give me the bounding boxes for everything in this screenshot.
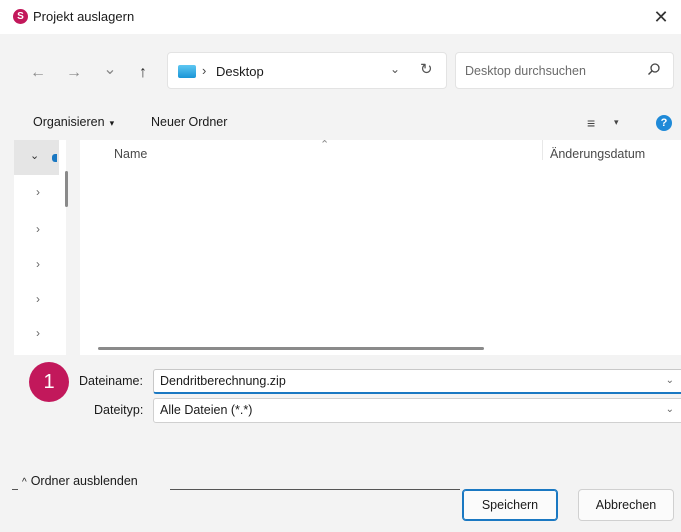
hide-folders-label: Ordner ausblenden	[30, 474, 138, 488]
filetype-select[interactable]: Alle Dateien (*.*) ⌄	[153, 398, 681, 423]
breadcrumb-separator-icon: ›	[202, 63, 207, 78]
horizontal-scrollbar[interactable]	[98, 347, 484, 350]
nav-pane-scrollbar[interactable]	[65, 171, 68, 207]
close-button[interactable]: ✕	[641, 0, 681, 34]
column-header-date-modified[interactable]: Änderungsdatum	[550, 147, 645, 161]
expand-chevron-icon[interactable]: ›	[36, 292, 40, 306]
nav-item-icon	[52, 154, 57, 162]
address-dropdown-icon[interactable]: ⌄	[390, 62, 400, 76]
filetype-label: Dateityp:	[94, 403, 144, 417]
desktop-folder-icon	[178, 65, 196, 78]
save-dialog: S Projekt auslagern ✕ ← → ⌄ ↑ › Desktop …	[0, 0, 681, 532]
file-list: ⌃ Name Änderungsdatum	[80, 139, 681, 355]
navigation-pane: ⌄ › › › › ›	[14, 140, 68, 355]
recent-locations-chevron-icon[interactable]: ⌄	[99, 58, 121, 80]
hide-folders-button[interactable]: ^ Ordner ausblenden	[22, 474, 138, 488]
expand-chevron-icon[interactable]: ›	[36, 326, 40, 340]
filename-field[interactable]: Dendritberechnung.zip ⌄	[153, 369, 681, 394]
filename-dropdown-icon[interactable]: ⌄	[666, 370, 674, 392]
filetype-value: Alle Dateien (*.*)	[160, 403, 253, 417]
collapse-chevron-icon[interactable]: ⌄	[30, 149, 39, 162]
back-arrow-icon[interactable]: ←	[27, 62, 49, 84]
filename-value: Dendritberechnung.zip	[160, 374, 286, 388]
refresh-icon[interactable]: ↻	[420, 60, 433, 78]
divider	[12, 489, 18, 490]
command-toolbar: Organisieren ▾ Neuer Ordner ≡ ▾ ?	[0, 108, 681, 138]
help-icon[interactable]: ?	[656, 115, 672, 131]
column-header-name[interactable]: Name	[114, 147, 147, 161]
title-bar: S Projekt auslagern ✕	[0, 0, 681, 34]
divider	[170, 489, 460, 490]
expand-chevron-icon[interactable]: ›	[36, 222, 40, 236]
column-divider[interactable]	[542, 140, 543, 160]
search-box[interactable]: Desktop durchsuchen	[455, 52, 674, 89]
filename-label: Dateiname:	[79, 374, 143, 388]
search-input[interactable]: Desktop durchsuchen	[465, 64, 586, 78]
window-title: Projekt auslagern	[33, 9, 135, 24]
organize-label: Organisieren	[33, 115, 105, 129]
cancel-button[interactable]: Abbrechen	[578, 489, 674, 521]
save-button[interactable]: Speichern	[462, 489, 558, 521]
nav-tree-item-selected[interactable]: ⌄	[14, 140, 59, 175]
new-folder-button[interactable]: Neuer Ordner	[151, 115, 227, 129]
expand-chevron-icon[interactable]: ›	[36, 185, 40, 199]
app-logo-icon: S	[13, 9, 28, 24]
organize-caret-icon: ▾	[109, 118, 115, 128]
search-icon[interactable]	[647, 62, 661, 76]
view-options-icon[interactable]: ≡	[587, 115, 595, 131]
filetype-dropdown-icon[interactable]: ⌄	[666, 399, 674, 421]
expand-chevron-icon[interactable]: ›	[36, 257, 40, 271]
collapse-caret-icon: ^	[22, 477, 27, 488]
step-number-badge: 1	[29, 362, 69, 402]
navigation-bar: ← → ⌄ ↑ › Desktop ⌄ ↻ Desktop durchsuche…	[0, 44, 681, 100]
up-arrow-icon[interactable]: ↑	[132, 62, 154, 84]
sort-ascending-icon: ⌃	[320, 139, 330, 151]
organize-menu-button[interactable]: Organisieren ▾	[33, 115, 114, 129]
breadcrumb-desktop[interactable]: Desktop	[216, 64, 264, 79]
address-bar[interactable]: › Desktop ⌄ ↻	[167, 52, 447, 89]
view-options-caret-icon[interactable]: ▾	[614, 117, 619, 128]
forward-arrow-icon[interactable]: →	[63, 62, 85, 84]
